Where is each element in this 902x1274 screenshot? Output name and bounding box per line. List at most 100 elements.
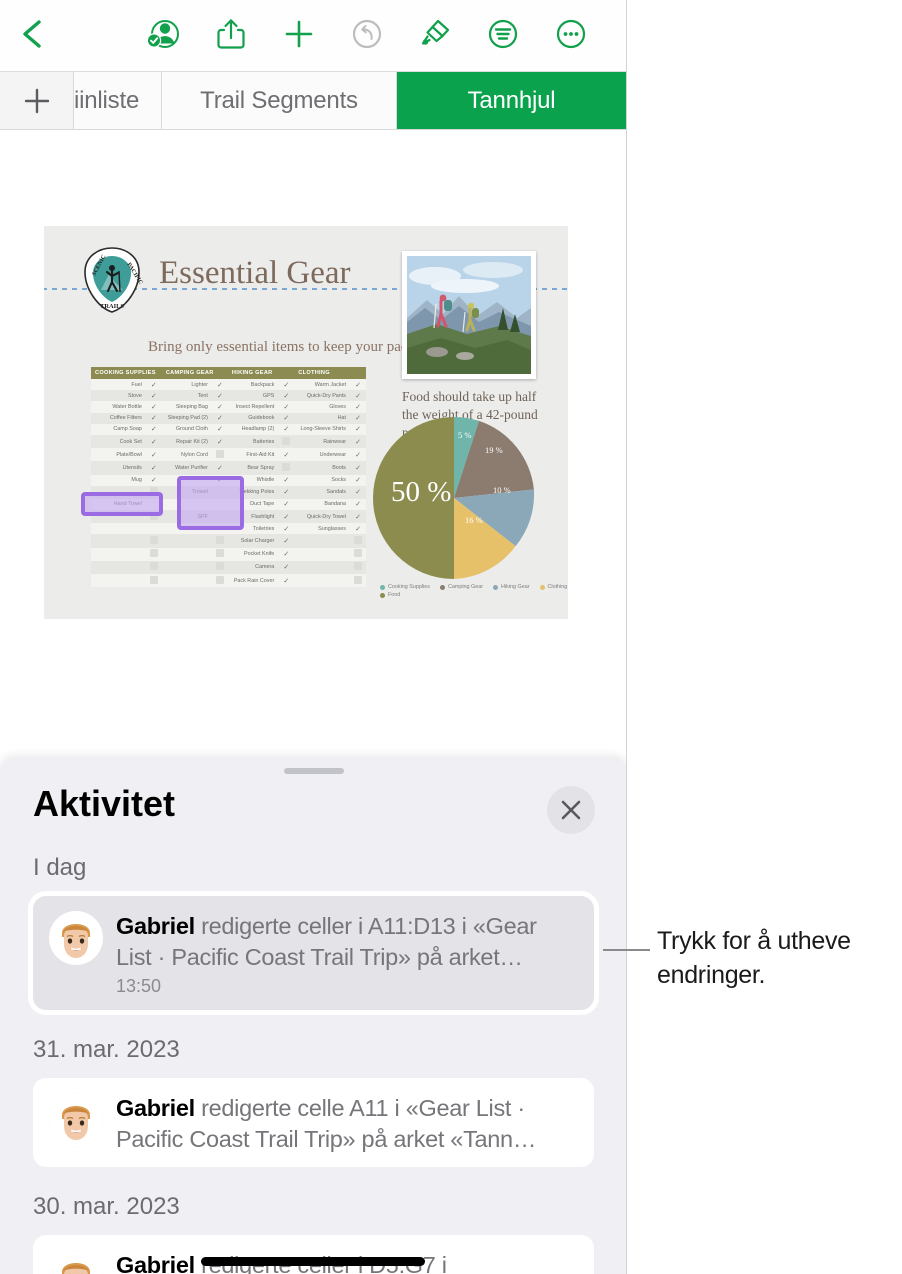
gear-table-row[interactable]: Fuel ✓ Lighter ✓ Backpack ✓ Warm Jacket ✓ [91,379,366,391]
close-activity-button[interactable] [547,786,595,834]
gear-item-checkbox[interactable] [211,547,228,561]
gear-item-checkbox[interactable] [278,434,295,449]
gear-item-checkbox[interactable]: ✓ [350,510,366,524]
gear-item-checkbox[interactable] [145,560,162,574]
gear-item-checkbox[interactable]: ✓ [278,474,295,486]
gear-item-checkbox[interactable]: ✓ [278,534,295,548]
gear-item-checkbox[interactable]: ✓ [211,401,228,413]
gear-item-checkbox[interactable]: ✓ [278,412,295,424]
gear-item-checkbox[interactable]: ✓ [350,474,366,486]
sheet-tab-tannhjul[interactable]: Tannhjul [397,72,626,129]
gear-item-checkbox[interactable]: ✓ [278,523,295,535]
gear-item-checkbox[interactable] [278,461,295,475]
spreadsheet-canvas[interactable]: TRAILS SCENIC PACIFIC Essential Gear Bri… [0,130,626,750]
gear-table-row[interactable]: Stove ✓ Tent ✓ GPS ✓ Quick-Dry Pants ✓ [91,390,366,402]
gear-item-checkbox[interactable]: ✓ [350,523,366,535]
gear-table-row[interactable]: Plate/Bowl ✓ Nylon Cord First-Aid Kit ✓ Under… [91,448,366,462]
collaborate-button[interactable] [140,10,186,58]
gear-item-checkbox[interactable]: ✓ [278,390,295,402]
gear-item-checkbox[interactable]: ✓ [211,379,228,391]
gear-item-checkbox[interactable] [350,547,366,561]
undo-button[interactable] [344,10,390,58]
gear-table-row[interactable]: Cook Set ✓ Repair Kit (2) ✓ Batteries Rainwea… [91,434,366,449]
gear-item-checkbox[interactable]: ✓ [211,461,228,475]
gear-item-checkbox[interactable]: ✓ [350,498,366,511]
more-button[interactable] [548,10,594,58]
sheet-tab-trail-segments[interactable]: Trail Segments [162,72,397,129]
gear-item-checkbox[interactable]: ✓ [145,379,162,391]
gear-item-checkbox[interactable]: ✓ [145,461,162,475]
gear-item-checkbox[interactable]: ✓ [350,485,366,499]
gear-item-checkbox[interactable] [145,534,162,548]
document-options-button[interactable] [480,10,526,58]
gear-item-label: Batteries [227,434,279,449]
gear-item-checkbox[interactable]: ✓ [350,423,366,435]
gear-item-checkbox[interactable]: ✓ [278,547,295,561]
gear-weight-pie-chart[interactable]: 50 % 5 % 19 % 10 % 16 % [373,416,535,579]
insert-button[interactable] [276,10,322,58]
gear-item-checkbox[interactable]: ✓ [278,560,295,574]
gear-item-checkbox[interactable]: ✓ [350,390,366,402]
gear-item-checkbox[interactable]: ✓ [278,498,295,511]
gear-item-checkbox[interactable]: ✓ [145,474,162,486]
gear-item-checkbox[interactable] [145,547,162,561]
gear-item-checkbox[interactable] [211,448,228,462]
gear-table-row[interactable]: Utensils ✓ Water Purifier ✓ Bear Spray Boots ✓ [91,461,366,475]
gear-item-checkbox[interactable]: ✓ [145,448,162,462]
gear-item-checkbox[interactable] [350,534,366,548]
gear-item-checkbox[interactable] [211,534,228,548]
gear-item-checkbox[interactable]: ✓ [145,423,162,435]
gear-item-checkbox[interactable]: ✓ [350,448,366,462]
gear-item-checkbox[interactable]: ✓ [278,423,295,435]
sheet-grabber[interactable] [283,768,344,774]
gear-item-label: Cook Set [91,434,146,449]
gear-item-checkbox[interactable] [145,574,162,588]
pie-label-clothing: 16 % [465,515,483,525]
highlight-hand-towel[interactable] [81,492,163,516]
gear-item-checkbox[interactable]: ✓ [350,379,366,391]
gear-item-checkbox[interactable]: ✓ [145,401,162,413]
gear-item-checkbox[interactable]: ✓ [278,485,295,499]
gear-table-row[interactable]: Coffee Filters ✓ Sleeping Pad (2) ✓ Guideboo… [91,412,366,424]
gear-item-checkbox[interactable]: ✓ [350,461,366,475]
gear-item-checkbox[interactable]: ✓ [278,379,295,391]
gear-item-checkbox[interactable] [350,560,366,574]
gear-item-checkbox[interactable]: ✓ [350,401,366,413]
gear-table-row[interactable]: Solar Charger ✓ [91,534,366,548]
gear-table-row[interactable]: Camera ✓ [91,560,366,574]
highlight-trowel-spf[interactable] [177,476,244,530]
activity-item[interactable]: Gabriel redigerte celler i A11:D13 i «Ge… [33,896,594,1011]
share-button[interactable] [208,10,254,58]
gear-item-checkbox[interactable]: ✓ [350,412,366,424]
gear-item-checkbox[interactable] [211,560,228,574]
activity-item[interactable]: Gabriel redigerte celle A11 i «Gear List… [33,1078,594,1168]
gear-table-row[interactable]: Pocket Knife ✓ [91,547,366,561]
avatar-image [49,911,103,965]
gear-table-row[interactable]: Pack Rain Cover ✓ [91,574,366,588]
gear-item-checkbox[interactable]: ✓ [211,434,228,449]
gear-item-checkbox[interactable] [211,574,228,588]
gear-table-row[interactable]: Water Bottle ✓ Sleeping Bag ✓ Insect Repelle… [91,401,366,413]
gear-item-checkbox[interactable] [350,574,366,588]
gear-item-checkbox[interactable] [145,523,162,535]
gear-item-checkbox[interactable]: ✓ [278,574,295,588]
gear-item-checkbox[interactable]: ✓ [211,412,228,424]
gear-item-checkbox[interactable]: ✓ [211,423,228,435]
back-button[interactable] [10,12,54,56]
gear-item-checkbox[interactable]: ✓ [145,412,162,424]
hiking-photo[interactable] [402,251,536,379]
format-brush-button[interactable] [412,10,458,58]
gear-item-checkbox[interactable]: ✓ [278,448,295,462]
gear-item-label [91,547,146,561]
gear-item-checkbox[interactable]: ✓ [278,510,295,524]
gear-item-checkbox[interactable]: ✓ [145,390,162,402]
gear-table-row[interactable]: Camp Soap ✓ Ground Cloth ✓ Headlamp (2) ✓ Long… [91,423,366,435]
sheet-tab-gear-list[interactable]: iinliste [74,72,162,129]
gear-item-checkbox[interactable]: ✓ [278,401,295,413]
gear-item-checkbox[interactable]: ✓ [350,434,366,449]
pie-legend-label: Hiking Gear [501,584,530,590]
add-sheet-button[interactable] [0,72,74,129]
activity-item[interactable]: Gabriel redigerte celler i D5:G7 i [33,1235,594,1274]
gear-item-checkbox[interactable]: ✓ [211,390,228,402]
gear-item-checkbox[interactable]: ✓ [145,434,162,449]
